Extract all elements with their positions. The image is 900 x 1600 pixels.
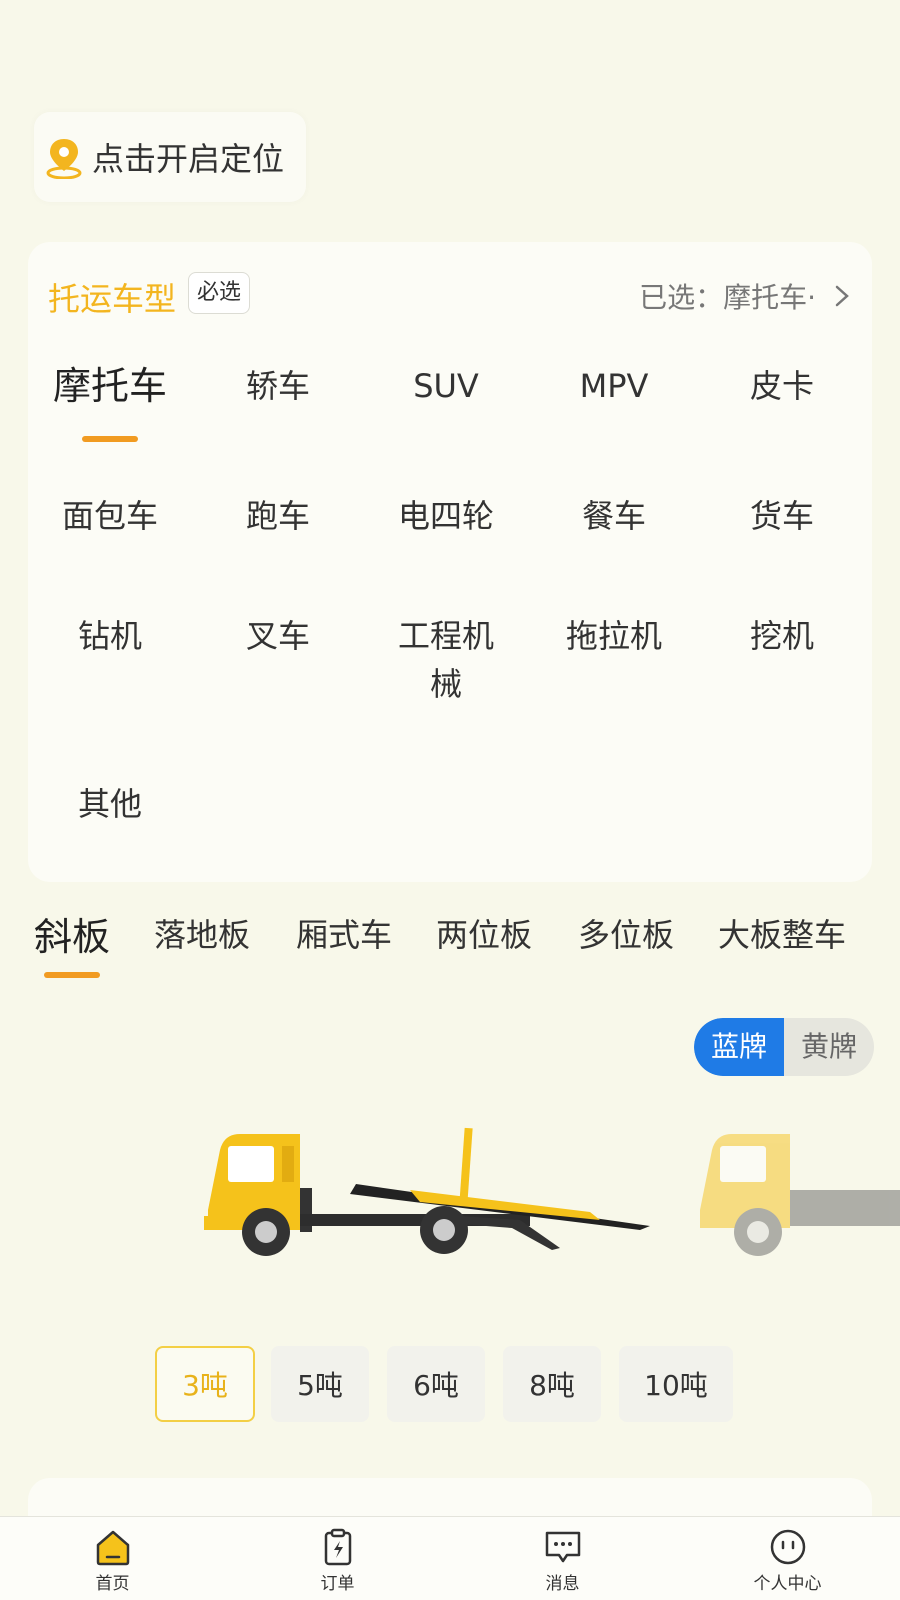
vehicle-type-option[interactable]: 挖机: [698, 612, 866, 660]
truck-type-tabs: 斜板 落地板 厢式车 两位板 多位板 大板整车: [0, 910, 900, 990]
truck-type-tab[interactable]: 多位板: [578, 910, 674, 956]
nav-home-label: 首页: [95, 1574, 130, 1594]
vehicle-type-option[interactable]: 轿车: [194, 362, 362, 410]
vehicle-type-title: 托运车型: [48, 280, 177, 318]
smiley-face-icon: [770, 1529, 805, 1565]
enable-location-label: 点击开启定位: [92, 140, 285, 178]
tow-truck-preview-icon: [700, 1134, 900, 1256]
nav-profile[interactable]: 个人中心: [675, 1517, 900, 1600]
tonnage-option[interactable]: 5吨: [271, 1346, 369, 1422]
vehicle-type-option[interactable]: MPV: [530, 362, 698, 410]
home-page: 点击开启定位 托运车型 必选 已选：摩托车· 摩托车 轿车 SUV MPV 皮卡面包车跑…: [0, 0, 900, 1600]
truck-type-tab[interactable]: 斜板: [34, 906, 110, 961]
truck-tab-active-indicator: [44, 972, 100, 978]
order-clipboard-icon: [324, 1528, 351, 1566]
vehicle-type-option[interactable]: 跑车: [194, 492, 362, 540]
vehicle-type-active-indicator: [82, 436, 138, 442]
vehicle-type-option[interactable]: 餐车: [530, 492, 698, 540]
blue-plate-option[interactable]: 蓝牌: [694, 1018, 784, 1076]
nav-messages-label: 消息: [545, 1574, 580, 1594]
vehicle-type-option[interactable]: 电四轮: [362, 492, 530, 540]
vehicle-type-option[interactable]: 钻机: [26, 612, 194, 660]
nav-messages[interactable]: 消息: [450, 1517, 675, 1600]
vehicle-type-option[interactable]: 其他: [26, 780, 194, 828]
flatbed-truck-illustration: [204, 1127, 900, 1256]
enable-location-button[interactable]: 点击开启定位: [34, 112, 306, 202]
vehicle-type-option[interactable]: 皮卡: [698, 362, 866, 410]
vehicle-type-option[interactable]: 叉车: [194, 612, 362, 660]
truck-carousel[interactable]: [0, 1120, 900, 1300]
nav-orders[interactable]: 订单: [225, 1517, 450, 1600]
vehicle-type-option[interactable]: 面包车: [26, 492, 194, 540]
location-pin-icon: [46, 139, 82, 179]
message-bubble-icon: [545, 1531, 580, 1563]
vehicle-type-option[interactable]: 摩托车: [26, 362, 194, 410]
yellow-plate-option[interactable]: 黄牌: [784, 1018, 874, 1076]
bottom-navigation: 首页 订单 消息 个人中心: [0, 1516, 900, 1600]
nav-orders-label: 订单: [320, 1574, 355, 1594]
nav-profile-label: 个人中心: [753, 1574, 822, 1594]
tonnage-option[interactable]: 10吨: [619, 1346, 733, 1422]
tonnage-option[interactable]: 8吨: [503, 1346, 601, 1422]
plate-color-toggle: 蓝牌 黄牌: [694, 1018, 874, 1076]
truck-type-tab[interactable]: 厢式车: [296, 910, 392, 956]
vehicle-type-option[interactable]: 拖拉机: [530, 612, 698, 660]
vehicle-type-option[interactable]: 工程机 械: [362, 612, 530, 708]
tonnage-option[interactable]: 3吨: [155, 1346, 255, 1422]
vehicle-type-card: 托运车型 必选 已选：摩托车· 摩托车 轿车 SUV MPV 皮卡面包车 跑车 电四轮 餐车货…: [28, 242, 872, 882]
truck-type-tab[interactable]: 落地板: [154, 910, 250, 956]
nav-home[interactable]: 首页: [0, 1517, 225, 1600]
home-icon: [96, 1530, 129, 1566]
vehicle-type-option[interactable]: 货车: [698, 492, 866, 540]
vehicle-type-option[interactable]: SUV: [362, 362, 530, 410]
selected-vehicle-summary[interactable]: 已选：摩托车·: [639, 276, 852, 316]
truck-type-tab[interactable]: 两位板: [436, 910, 532, 956]
selected-vehicle-text: 已选：摩托车·: [639, 281, 816, 314]
tow-truck-icon: [204, 1127, 650, 1256]
chevron-right-icon: [835, 285, 849, 307]
vehicle-type-header: 托运车型 必选 已选：摩托车·: [28, 242, 872, 318]
tonnage-option[interactable]: 6吨: [387, 1346, 485, 1422]
truck-type-tab[interactable]: 大板整车: [718, 910, 846, 956]
required-tag: 必选: [188, 272, 251, 314]
